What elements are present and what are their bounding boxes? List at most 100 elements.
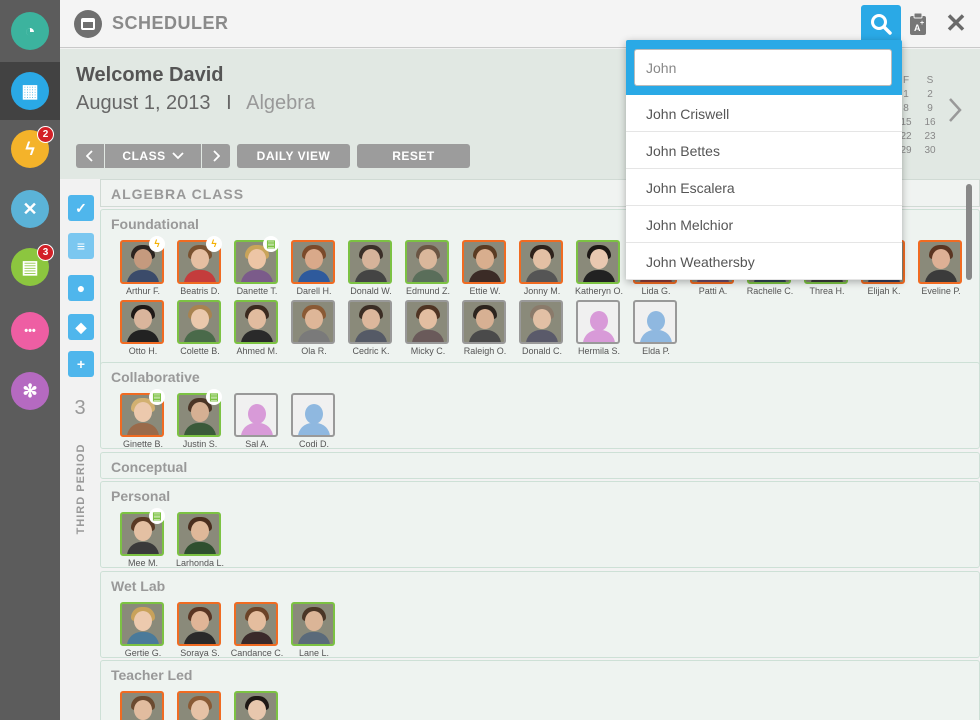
student-card[interactable]: Darell H. — [290, 240, 347, 300]
rail-item-tools[interactable]: ✕ — [0, 180, 60, 238]
gear-icon: ✻ — [11, 372, 49, 410]
close-button[interactable]: ✕ — [942, 9, 970, 37]
student-card[interactable]: Ettie W. — [461, 240, 518, 300]
layers-icon[interactable]: ≡ — [68, 233, 94, 259]
rail-item-gauge[interactable]: ◔ — [0, 2, 60, 60]
current-date: August 1, 2013 — [76, 92, 211, 114]
student-card[interactable]: ϟ Beatris D. — [176, 236, 233, 300]
rail-item-lightning[interactable]: ϟ2 — [0, 120, 60, 178]
student-card[interactable]: Colette B. — [176, 300, 233, 360]
student-photo — [576, 240, 620, 284]
group-name: Wet Lab — [111, 578, 166, 594]
search-result-item[interactable]: John Escalera — [626, 169, 902, 206]
search-result-item[interactable]: John Melchior — [626, 206, 902, 243]
calendar-next-button[interactable] — [948, 97, 962, 131]
rail-item-chat[interactable]: ••• — [0, 302, 60, 360]
class-dropdown-button[interactable]: CLASS — [105, 144, 201, 168]
search-result-item[interactable]: John Bettes — [626, 132, 902, 169]
view-controls: CLASS DAILY VIEW RESET — [76, 144, 470, 168]
student-card[interactable]: Edmund Z. — [404, 240, 461, 300]
student-card[interactable]: Lane L. — [290, 602, 347, 662]
avatar-placeholder — [576, 300, 620, 344]
student-card[interactable]: Ola R. — [290, 300, 347, 360]
scrollbar[interactable] — [966, 184, 972, 280]
folder-cube-icon[interactable]: ◆ — [68, 314, 94, 340]
group-name: Personal — [111, 488, 171, 504]
student-photo — [405, 300, 449, 344]
student-photo — [234, 300, 278, 344]
weekday-label: S — [926, 75, 934, 86]
calendar-day[interactable]: 9 — [920, 103, 940, 117]
previous-button[interactable] — [76, 144, 104, 168]
student-card[interactable]: Larhonda L. — [176, 512, 233, 572]
photo-face — [134, 611, 152, 631]
rail-item-clipboard[interactable]: ▤ 3 — [0, 238, 60, 296]
student-card[interactable]: Otto H. — [119, 300, 176, 360]
student-name: Lane L. — [298, 648, 330, 658]
student-photo — [462, 240, 506, 284]
photo-face — [248, 249, 266, 269]
photo-face — [191, 309, 209, 329]
student-card[interactable]: Sal A. — [233, 393, 290, 453]
student-card[interactable]: Candance C. — [231, 602, 290, 662]
student-card[interactable]: ▤ Danette T. — [233, 236, 290, 300]
student-card[interactable]: Donald C. — [518, 300, 575, 360]
student-card[interactable]: Soraya S. — [176, 602, 233, 662]
student-card[interactable]: ▤ Justin S. — [176, 389, 233, 453]
rail-item-gear[interactable]: ✻ — [0, 362, 60, 420]
folder-add-icon[interactable]: + — [68, 351, 94, 377]
search-input[interactable] — [634, 49, 892, 86]
folder-person-icon[interactable]: ● — [68, 275, 94, 301]
mini-calendar: F S 1 2 8 9 15 16 22 23 29 30 — [896, 75, 940, 159]
grade-clipboard-button[interactable]: A + — [908, 12, 930, 36]
photo-body — [127, 270, 159, 282]
clipboard-check-icon[interactable]: ✓ — [68, 195, 94, 221]
tools-icon: ✕ — [11, 190, 49, 228]
student-name: Candance C. — [230, 648, 284, 658]
student-card[interactable] — [119, 691, 176, 720]
student-card[interactable]: Hermila S. — [575, 300, 632, 360]
student-card[interactable]: ▤ Ginette B. — [119, 389, 176, 453]
lightning-icon: ϟ2 — [11, 126, 54, 168]
student-card[interactable]: Elda P. — [632, 300, 689, 360]
photo-face — [134, 309, 152, 329]
search-result-item[interactable]: John Weathersby — [626, 243, 902, 280]
student-photo — [234, 691, 278, 720]
rail-item-calendar[interactable]: ▦ — [0, 62, 60, 120]
next-button[interactable] — [202, 144, 230, 168]
student-card[interactable]: Katheryn O. — [575, 240, 632, 300]
student-card[interactable]: Gertie G. — [119, 602, 176, 662]
photo-body — [526, 270, 558, 282]
student-card[interactable] — [233, 691, 290, 720]
student-card[interactable]: Raleigh O. — [461, 300, 518, 360]
student-photo — [120, 300, 164, 344]
daily-view-button[interactable]: DAILY VIEW — [237, 144, 350, 168]
calendar-day[interactable]: 30 — [920, 145, 940, 159]
student-card[interactable]: Jonny M. — [518, 240, 575, 300]
avatar-placeholder — [633, 300, 677, 344]
search-result-item[interactable]: John Criswell — [626, 95, 902, 132]
mini-calendar-week: 22 23 — [896, 131, 940, 145]
student-card[interactable]: Ahmed M. — [233, 300, 290, 360]
calendar-day[interactable]: 23 — [920, 131, 940, 145]
avatar-head — [305, 404, 323, 424]
photo-body — [184, 270, 216, 282]
group-name: Collaborative — [111, 369, 200, 385]
clipboard-icon: ▤ — [149, 389, 165, 405]
student-card[interactable]: Cedric K. — [347, 300, 404, 360]
student-photo — [177, 300, 221, 344]
student-card[interactable]: ▤ Mee M. — [119, 508, 176, 572]
student-name: Jonny M. — [523, 286, 561, 296]
student-name: Katheryn O. — [574, 286, 624, 296]
calendar-day[interactable]: 2 — [920, 89, 940, 103]
reset-button[interactable]: RESET — [357, 144, 470, 168]
student-card[interactable] — [176, 691, 233, 720]
student-photo — [234, 602, 278, 646]
student-card[interactable]: Codi D. — [290, 393, 347, 453]
student-card[interactable]: ϟ Arthur F. — [119, 236, 176, 300]
photo-body — [925, 270, 957, 282]
student-card[interactable]: Micky C. — [404, 300, 461, 360]
calendar-day[interactable]: 16 — [920, 117, 940, 131]
student-card[interactable]: Donald W. — [347, 240, 404, 300]
search-button[interactable] — [861, 5, 901, 43]
